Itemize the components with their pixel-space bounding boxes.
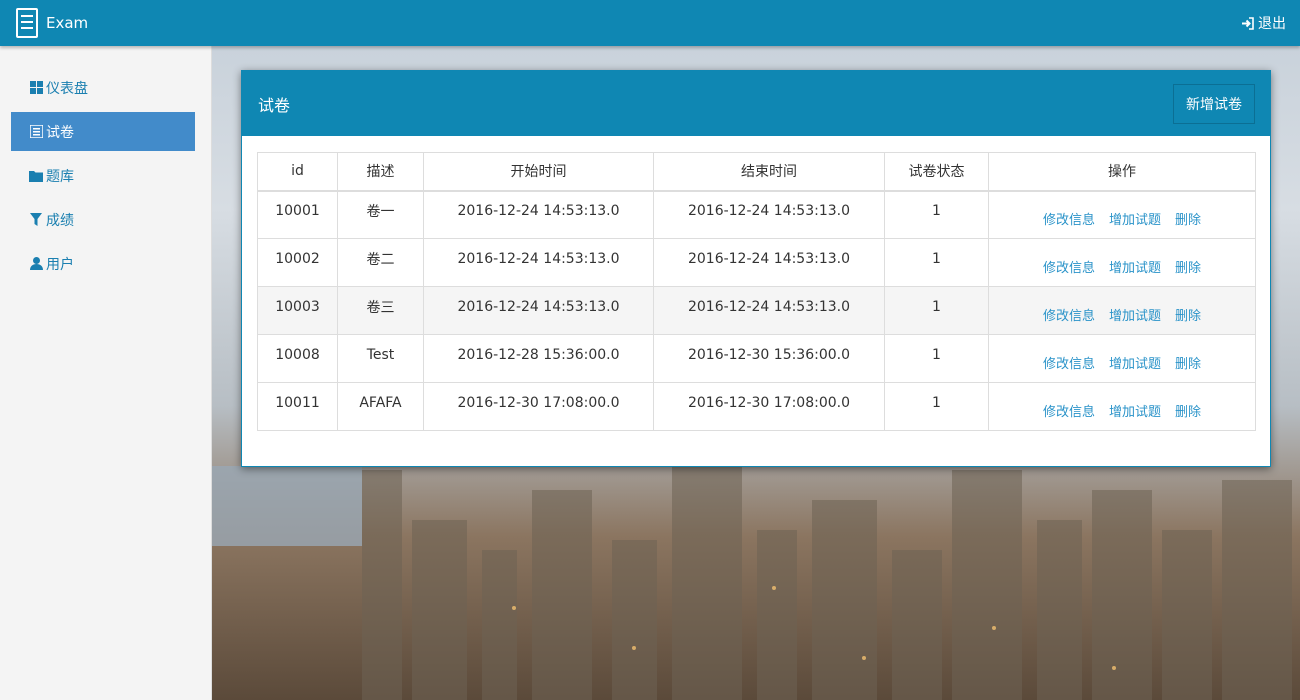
cell-actions: 修改信息 增加试题 删除 [988, 238, 1256, 287]
cell-actions: 修改信息 增加试题 删除 [988, 334, 1256, 383]
cell-start-time: 2016-12-30 17:08:00.0 [423, 382, 654, 431]
table-row: 10011 AFAFA 2016-12-30 17:08:00.0 2016-1… [257, 382, 1256, 431]
cell-end-time: 2016-12-24 14:53:13.0 [653, 238, 885, 287]
cell-status: 1 [884, 286, 989, 335]
table-row: 10003 卷三 2016-12-24 14:53:13.0 2016-12-2… [257, 286, 1256, 335]
add-paper-button[interactable]: 新增试卷 [1173, 83, 1255, 124]
edit-info-link[interactable]: 修改信息 [1043, 309, 1095, 324]
cell-end-time: 2016-12-24 14:53:13.0 [653, 190, 885, 239]
add-questions-link[interactable]: 增加试题 [1109, 405, 1161, 420]
brand-name: Exam [46, 14, 89, 32]
sidebar-item-label: 成绩 [46, 212, 74, 229]
cell-start-time: 2016-12-28 15:36:00.0 [423, 334, 654, 383]
add-questions-link[interactable]: 增加试题 [1109, 309, 1161, 324]
notebook-icon [16, 8, 38, 38]
cell-description: 卷二 [337, 238, 424, 287]
sign-out-icon [1240, 16, 1254, 30]
cell-status: 1 [884, 334, 989, 383]
table-row: 10008 Test 2016-12-28 15:36:00.0 2016-12… [257, 334, 1256, 383]
delete-link[interactable]: 删除 [1175, 405, 1201, 420]
column-header-id: id [257, 152, 338, 192]
edit-info-link[interactable]: 修改信息 [1043, 405, 1095, 420]
delete-link[interactable]: 删除 [1175, 309, 1201, 324]
filter-icon [29, 213, 43, 227]
column-header-actions: 操作 [988, 152, 1256, 192]
cell-id: 10002 [257, 238, 338, 287]
cell-start-time: 2016-12-24 14:53:13.0 [423, 238, 654, 287]
papers-panel: 试卷 新增试卷 id 描述 开始时间 结束时间 试卷状态 操作 10001 卷一… [241, 70, 1271, 467]
column-header-end-time: 结束时间 [653, 152, 885, 192]
cell-description: 卷三 [337, 286, 424, 335]
sidebar: 仪表盘 试卷 题库 成绩 用户 [0, 46, 212, 700]
cell-actions: 修改信息 增加试题 删除 [988, 382, 1256, 431]
list-icon [29, 125, 43, 139]
table-header-row: id 描述 开始时间 结束时间 试卷状态 操作 [257, 152, 1256, 192]
water [212, 466, 362, 546]
cell-status: 1 [884, 382, 989, 431]
folder-icon [29, 169, 43, 183]
sidebar-item-users[interactable]: 用户 [11, 244, 195, 283]
cell-description: 卷一 [337, 190, 424, 239]
sidebar-item-label: 用户 [46, 256, 74, 273]
table-row: 10001 卷一 2016-12-24 14:53:13.0 2016-12-2… [257, 190, 1256, 239]
brand[interactable]: Exam [0, 8, 88, 38]
papers-table: id 描述 开始时间 结束时间 试卷状态 操作 10001 卷一 2016-12… [257, 152, 1256, 431]
sidebar-item-label: 试卷 [46, 124, 74, 141]
edit-info-link[interactable]: 修改信息 [1043, 213, 1095, 228]
edit-info-link[interactable]: 修改信息 [1043, 357, 1095, 372]
cell-end-time: 2016-12-30 17:08:00.0 [653, 382, 885, 431]
cell-status: 1 [884, 238, 989, 287]
column-header-description: 描述 [337, 152, 424, 192]
delete-link[interactable]: 删除 [1175, 357, 1201, 372]
sidebar-item-papers[interactable]: 试卷 [11, 112, 195, 151]
cell-end-time: 2016-12-24 14:53:13.0 [653, 286, 885, 335]
cell-status: 1 [884, 190, 989, 239]
cell-end-time: 2016-12-30 15:36:00.0 [653, 334, 885, 383]
sidebar-item-label: 仪表盘 [46, 80, 88, 97]
sidebar-item-scores[interactable]: 成绩 [11, 200, 195, 239]
sidebar-item-question-bank[interactable]: 题库 [11, 156, 195, 195]
delete-link[interactable]: 删除 [1175, 261, 1201, 276]
add-questions-link[interactable]: 增加试题 [1109, 357, 1161, 372]
cell-actions: 修改信息 增加试题 删除 [988, 286, 1256, 335]
cell-description: Test [337, 334, 424, 383]
cell-start-time: 2016-12-24 14:53:13.0 [423, 190, 654, 239]
top-navbar: Exam 退出 [0, 0, 1300, 46]
table-row: 10002 卷二 2016-12-24 14:53:13.0 2016-12-2… [257, 238, 1256, 287]
sidebar-item-dashboard[interactable]: 仪表盘 [11, 68, 195, 107]
cell-id: 10008 [257, 334, 338, 383]
panel-header: 试卷 新增试卷 [242, 71, 1270, 136]
cell-id: 10011 [257, 382, 338, 431]
cell-description: AFAFA [337, 382, 424, 431]
grid-icon [29, 81, 43, 95]
sidebar-item-label: 题库 [46, 168, 74, 185]
cell-actions: 修改信息 增加试题 删除 [988, 190, 1256, 239]
logout-button[interactable]: 退出 [1240, 13, 1300, 33]
edit-info-link[interactable]: 修改信息 [1043, 261, 1095, 276]
add-questions-link[interactable]: 增加试题 [1109, 213, 1161, 228]
panel-title: 试卷 [258, 95, 291, 115]
user-icon [29, 257, 43, 271]
add-questions-link[interactable]: 增加试题 [1109, 261, 1161, 276]
column-header-status: 试卷状态 [884, 152, 989, 192]
delete-link[interactable]: 删除 [1175, 213, 1201, 228]
cell-id: 10001 [257, 190, 338, 239]
cell-id: 10003 [257, 286, 338, 335]
logout-label: 退出 [1258, 16, 1286, 32]
column-header-start-time: 开始时间 [423, 152, 654, 192]
cell-start-time: 2016-12-24 14:53:13.0 [423, 286, 654, 335]
